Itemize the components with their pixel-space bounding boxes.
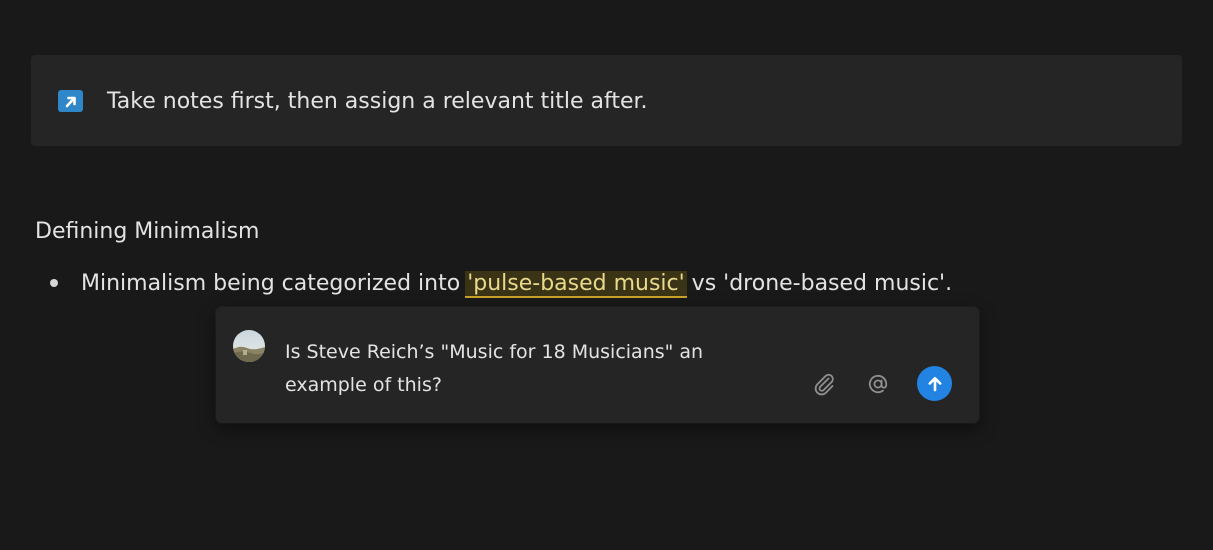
bullet-text-before: Minimalism being categorized into (81, 271, 468, 296)
send-button[interactable] (917, 366, 952, 401)
callout-text[interactable]: Take notes first, then assign a relevant… (107, 87, 648, 117)
section-heading[interactable]: Defining Minimalism (35, 216, 259, 248)
user-avatar (233, 330, 265, 362)
highlighted-comment-anchor[interactable]: 'pulse-based music' (465, 271, 687, 298)
page: Take notes first, then assign a relevant… (0, 0, 1213, 550)
arrow-up-icon (928, 376, 941, 391)
at-sign-icon[interactable] (864, 370, 892, 398)
paperclip-icon[interactable] (810, 370, 838, 398)
bullet-text-after: vs 'drone-based music'. (684, 271, 953, 296)
arrow-up-right-icon[interactable] (58, 90, 83, 112)
bullet-list-item[interactable]: Minimalism being categorized into 'pulse… (81, 268, 952, 300)
bullet-point (50, 279, 58, 287)
comment-input[interactable]: Is Steve Reich’s "Music for 18 Musicians… (285, 336, 755, 402)
